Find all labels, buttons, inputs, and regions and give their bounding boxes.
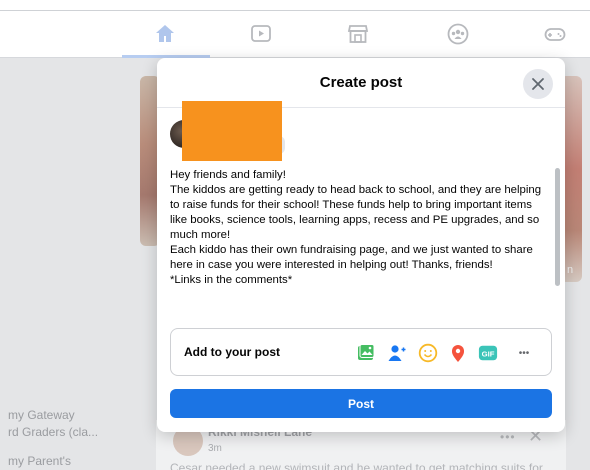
- story-card-label: n: [567, 264, 574, 276]
- groups-icon: [447, 23, 469, 45]
- add-to-post-bar: Add to your post GIF •••: [170, 328, 552, 376]
- add-to-post-label: Add to your post: [184, 345, 280, 359]
- check-in-icon: [452, 345, 464, 362]
- redaction-box: [182, 101, 282, 161]
- scrollbar[interactable]: [555, 168, 560, 286]
- gif-button[interactable]: GIF: [477, 342, 499, 364]
- close-icon: [532, 78, 544, 90]
- watch-video-icon: [251, 25, 271, 42]
- create-post-dialog: Create post Hey friends and family! The …: [157, 58, 565, 432]
- nav-tab-home[interactable]: [148, 18, 182, 50]
- top-navigation-bar: [0, 0, 590, 58]
- post-text-area[interactable]: Hey friends and family! The kiddos are g…: [170, 168, 550, 318]
- photo-video-icon: [358, 344, 375, 360]
- nav-tab-groups[interactable]: [441, 18, 475, 50]
- feed-post-time: 3m: [208, 443, 222, 454]
- tag-people-button[interactable]: [386, 342, 408, 364]
- top-divider: [0, 10, 590, 11]
- feed-post-body: Cesar needed a new swimsuit and he wante…: [170, 461, 543, 470]
- close-button[interactable]: [523, 69, 553, 99]
- gaming-icon: [544, 28, 566, 41]
- tag-people-icon: [388, 345, 406, 361]
- photo-video-button[interactable]: [355, 342, 377, 364]
- sidebar-item-gateway[interactable]: my Gateway: [8, 408, 75, 422]
- check-in-button[interactable]: [447, 342, 469, 364]
- nav-tab-marketplace[interactable]: [341, 18, 375, 50]
- marketplace-icon: [347, 25, 369, 43]
- nav-tab-watch[interactable]: [244, 18, 278, 50]
- gif-icon: GIF: [478, 345, 498, 361]
- more-icon: •••: [518, 347, 530, 359]
- nav-tab-gaming[interactable]: [538, 18, 572, 50]
- dialog-title: Create post: [319, 74, 403, 91]
- sidebar-item-parents[interactable]: my Parent's: [8, 454, 71, 468]
- post-button[interactable]: Post: [170, 389, 552, 418]
- feeling-icon: [418, 343, 438, 363]
- feed-post-more-icon[interactable]: •••: [500, 430, 516, 444]
- more-options-button[interactable]: •••: [513, 342, 535, 364]
- gif-label: GIF: [482, 350, 495, 359]
- home-icon: [156, 25, 174, 42]
- sidebar-item-graders[interactable]: rd Graders (cla...: [8, 425, 98, 439]
- feeling-activity-button[interactable]: [417, 342, 439, 364]
